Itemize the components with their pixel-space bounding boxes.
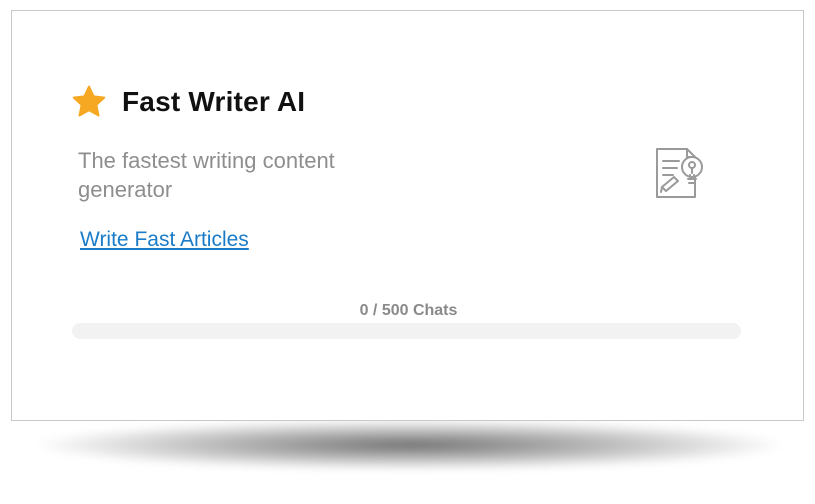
document-lightbulb-icon bbox=[647, 143, 707, 203]
app-card: Fast Writer AI The fastest writing conte… bbox=[11, 10, 804, 421]
usage-count: 0 / 500 Chats bbox=[359, 302, 458, 319]
card-description: The fastest writing content generator bbox=[78, 148, 335, 202]
card-title: Fast Writer AI bbox=[122, 86, 306, 117]
card-header: Fast Writer AI bbox=[70, 83, 305, 121]
usage-progress-bar bbox=[72, 323, 741, 339]
card-shadow bbox=[40, 420, 780, 470]
write-fast-articles-link[interactable]: Write Fast Articles bbox=[80, 228, 249, 252]
star-icon bbox=[70, 83, 108, 121]
